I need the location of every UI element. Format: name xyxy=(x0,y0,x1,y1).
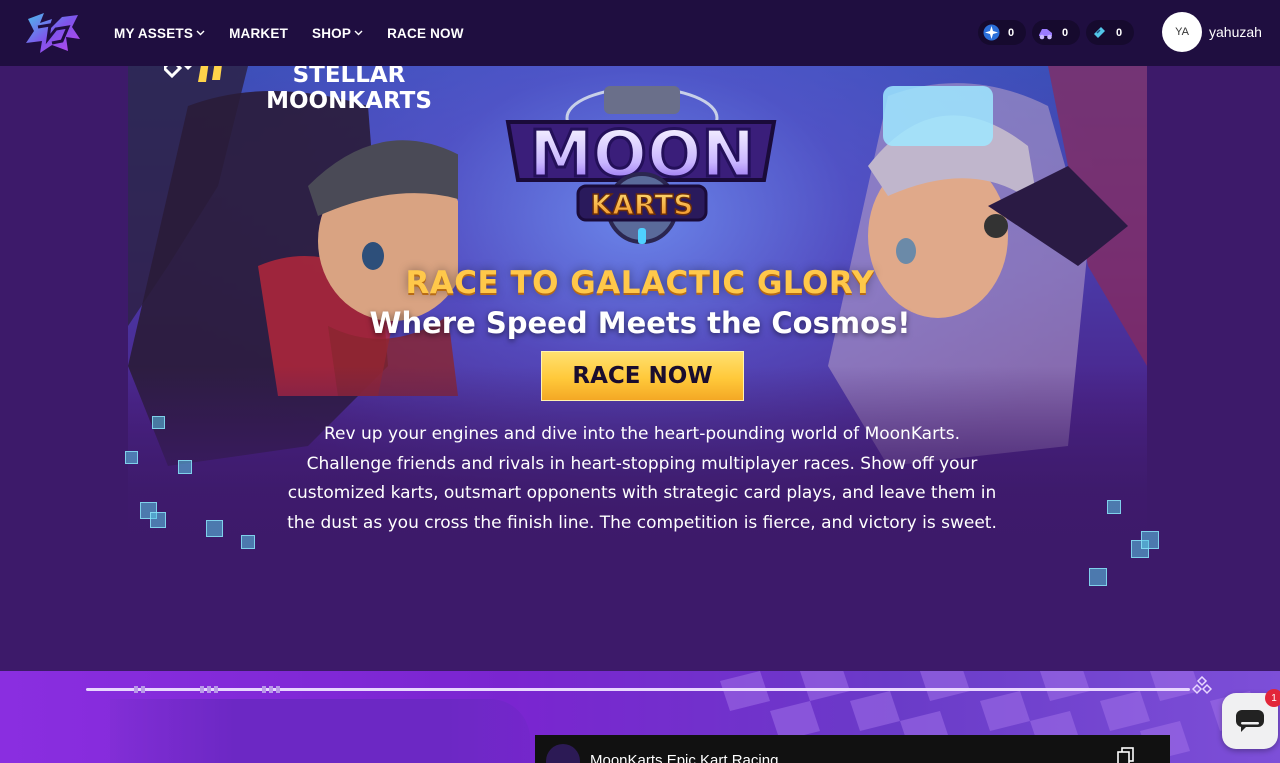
nav-my-assets-label: MY ASSETS xyxy=(114,25,194,41)
nav-market[interactable]: MARKET xyxy=(229,26,288,41)
pixel-decoration xyxy=(1141,531,1159,549)
ticket-value: 0 xyxy=(1116,26,1123,39)
create-title-line2: MOONKARTS xyxy=(266,88,432,114)
hero-subtagline: Where Speed Meets the Cosmos! xyxy=(369,306,911,340)
ticket-balance[interactable]: 0 xyxy=(1086,20,1134,45)
pixel-decoration xyxy=(178,460,192,474)
nav-market-label: MARKET xyxy=(229,25,289,41)
divider-line xyxy=(86,688,1190,691)
pixel-decoration xyxy=(1107,500,1121,514)
pixel-decoration xyxy=(150,512,166,528)
create-panel xyxy=(110,699,530,763)
chevron-down-icon xyxy=(196,30,205,36)
nav-my-assets[interactable]: MY ASSETS xyxy=(114,26,205,41)
nav-race-now[interactable]: RACE NOW xyxy=(387,26,464,41)
divider-dots xyxy=(200,686,218,693)
kart-token-value: 0 xyxy=(1062,26,1069,39)
ticket-icon xyxy=(1094,27,1105,38)
channel-avatar[interactable] xyxy=(546,744,580,763)
chat-icon xyxy=(1236,710,1264,732)
chat-notification-badge: 1 xyxy=(1265,689,1280,707)
user-avatar[interactable]: YA xyxy=(1162,12,1202,52)
pixel-decoration xyxy=(206,520,223,537)
divider-dots xyxy=(134,686,145,693)
nav-shop[interactable]: SHOP xyxy=(312,26,363,41)
copy-link-icon[interactable] xyxy=(1117,747,1135,763)
hero-description: Rev up your engines and dive into the he… xyxy=(287,424,997,533)
pixel-decoration xyxy=(125,451,138,464)
kart-token-balance[interactable]: 0 xyxy=(1032,20,1080,45)
video-embed[interactable]: MoonKarts Epic Kart Racing xyxy=(535,735,1170,763)
hero-tagline: RACE TO GALACTIC GLORY xyxy=(405,265,875,301)
nav-shop-label: SHOP xyxy=(312,25,352,41)
site-logo[interactable] xyxy=(22,9,84,57)
diamond-decoration-icon xyxy=(1192,676,1212,695)
pixel-decoration xyxy=(152,416,165,429)
star-token-icon xyxy=(983,24,1000,41)
star-token-balance[interactable]: 0 xyxy=(978,20,1026,45)
moonkarts-logo-karts-text: KARTS xyxy=(591,188,694,221)
username[interactable]: yahuzah xyxy=(1209,24,1262,40)
pixel-decoration xyxy=(241,535,255,549)
video-title[interactable]: MoonKarts Epic Kart Racing xyxy=(590,752,778,763)
top-navbar: MY ASSETS MARKET SHOP RACE NOW 0 0 0 YA … xyxy=(0,0,1280,66)
star-token-value: 0 xyxy=(1008,26,1015,39)
race-now-button[interactable]: RACE NOW xyxy=(541,351,744,401)
kart-token-icon xyxy=(1039,29,1052,40)
pixel-decoration xyxy=(1089,568,1107,586)
nav-race-now-label: RACE NOW xyxy=(387,25,464,41)
currency-balances: 0 0 0 xyxy=(978,20,1134,45)
chevron-down-icon xyxy=(354,30,363,36)
moonkarts-logo: MOON KARTS xyxy=(505,86,777,244)
divider-dots xyxy=(262,686,280,693)
